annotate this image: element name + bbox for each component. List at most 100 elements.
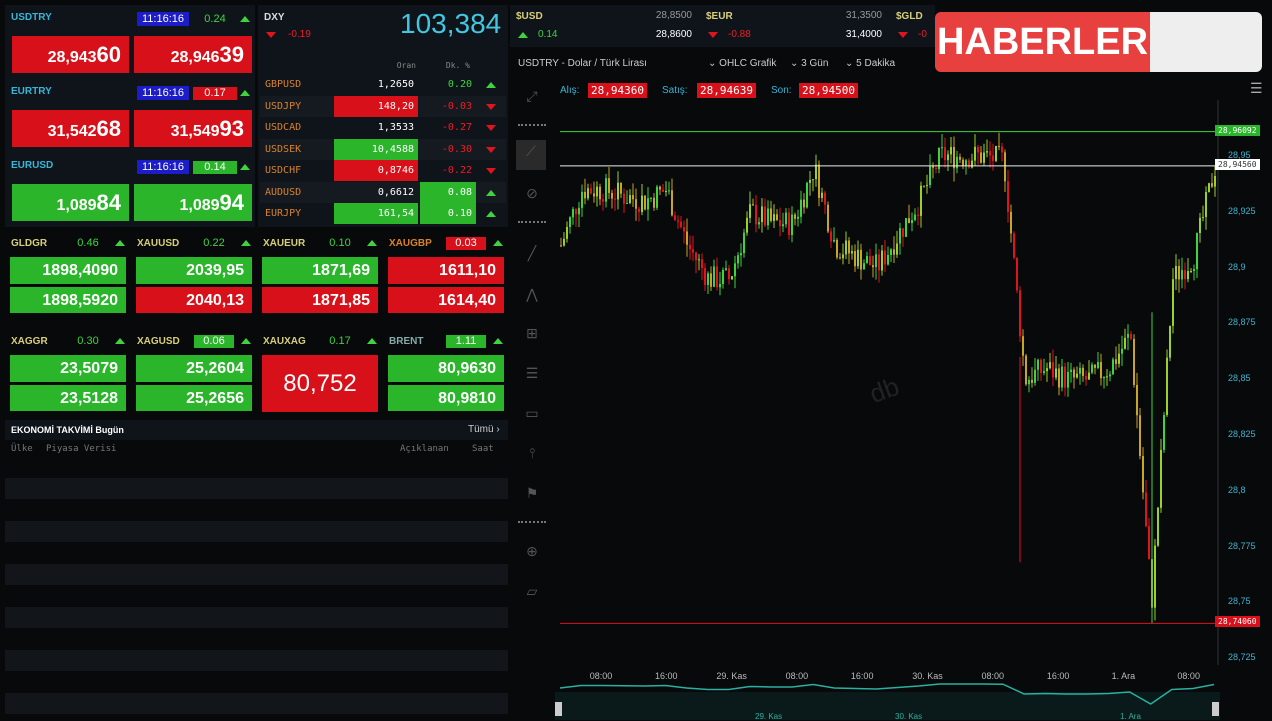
candle — [815, 164, 817, 180]
candle — [620, 182, 622, 194]
candle — [683, 227, 685, 232]
candle — [614, 198, 616, 200]
candle — [695, 252, 697, 261]
candle — [920, 185, 922, 216]
x-tick-label: 08:00 — [785, 671, 809, 681]
candle — [1205, 192, 1207, 217]
candle — [944, 147, 946, 161]
candle — [827, 204, 829, 232]
candle — [788, 212, 790, 235]
candle — [632, 195, 634, 200]
candle — [743, 232, 745, 254]
candle — [1037, 359, 1039, 370]
x-tick-label: 08:00 — [1177, 671, 1200, 681]
y-tick-label: 28,925 — [1228, 205, 1256, 216]
candle — [692, 249, 694, 253]
candle — [719, 283, 721, 288]
candle — [584, 191, 586, 199]
candle — [1001, 146, 1003, 153]
candle — [602, 199, 604, 202]
candle — [1214, 175, 1216, 187]
candle — [848, 240, 850, 254]
candle — [1133, 338, 1135, 385]
candle — [698, 259, 700, 261]
candle — [1052, 362, 1054, 378]
candle — [1082, 367, 1084, 376]
candle — [596, 186, 598, 197]
candle — [737, 255, 739, 264]
navigator-handle-left[interactable] — [555, 702, 562, 716]
candle — [746, 217, 748, 233]
candle — [1208, 183, 1210, 193]
candle — [1070, 369, 1072, 372]
candle — [842, 254, 844, 259]
candle — [659, 186, 661, 190]
candle — [680, 221, 682, 228]
candle — [701, 259, 703, 269]
candle — [1076, 373, 1078, 378]
candle — [923, 185, 925, 187]
price-chart[interactable] — [0, 0, 1272, 720]
low-price-tag: 28,74060 — [1215, 616, 1260, 628]
candle — [677, 220, 679, 222]
candle — [560, 245, 562, 247]
candle — [578, 207, 580, 215]
candle — [890, 249, 892, 256]
candle — [821, 192, 823, 198]
candle — [857, 249, 859, 267]
candle — [1187, 271, 1189, 280]
candle — [818, 164, 820, 198]
candle — [674, 215, 676, 221]
candle — [1190, 270, 1192, 272]
candle — [563, 238, 565, 246]
y-tick-label: 28,775 — [1228, 540, 1256, 551]
candle — [608, 178, 610, 193]
candle — [956, 156, 958, 169]
candle — [881, 250, 883, 271]
navigator-handle-right[interactable] — [1212, 702, 1219, 716]
x-tick-label: 16:00 — [850, 671, 874, 681]
candle — [845, 240, 847, 255]
y-tick-label: 28,8 — [1228, 484, 1246, 495]
candle — [785, 212, 787, 225]
candle — [809, 179, 811, 183]
candle — [1034, 369, 1036, 383]
candle — [1115, 359, 1117, 364]
candle — [965, 160, 967, 166]
candle — [629, 195, 631, 203]
candle — [1010, 211, 1012, 234]
candle — [1004, 152, 1006, 182]
candle — [758, 222, 760, 225]
candle — [887, 255, 889, 265]
y-tick-label: 28,85 — [1228, 373, 1251, 384]
candle — [1193, 269, 1195, 271]
candle — [830, 231, 832, 242]
candle — [1067, 371, 1069, 388]
candle — [1154, 545, 1156, 608]
candle — [1145, 492, 1147, 527]
candle — [647, 198, 649, 210]
high-price-tag: 28,96092 — [1215, 124, 1260, 136]
candle — [764, 206, 766, 226]
candle — [605, 178, 607, 202]
candle — [626, 202, 628, 204]
candle — [1046, 368, 1048, 372]
y-tick-label: 28,875 — [1228, 317, 1256, 328]
x-tick-label: 16:00 — [655, 671, 678, 681]
y-tick-label: 28,725 — [1228, 652, 1256, 663]
candle — [992, 155, 994, 161]
candle — [1061, 366, 1063, 388]
candle — [872, 265, 874, 268]
candle — [566, 227, 568, 239]
candle — [1199, 217, 1201, 233]
candle — [1172, 279, 1174, 326]
candle — [1085, 375, 1087, 380]
candle — [917, 214, 919, 216]
candle — [1175, 265, 1177, 280]
candle — [989, 151, 991, 156]
candle — [728, 268, 730, 280]
candle — [716, 266, 718, 288]
candle — [1166, 357, 1168, 415]
candle — [1007, 181, 1009, 212]
candle — [893, 249, 895, 255]
